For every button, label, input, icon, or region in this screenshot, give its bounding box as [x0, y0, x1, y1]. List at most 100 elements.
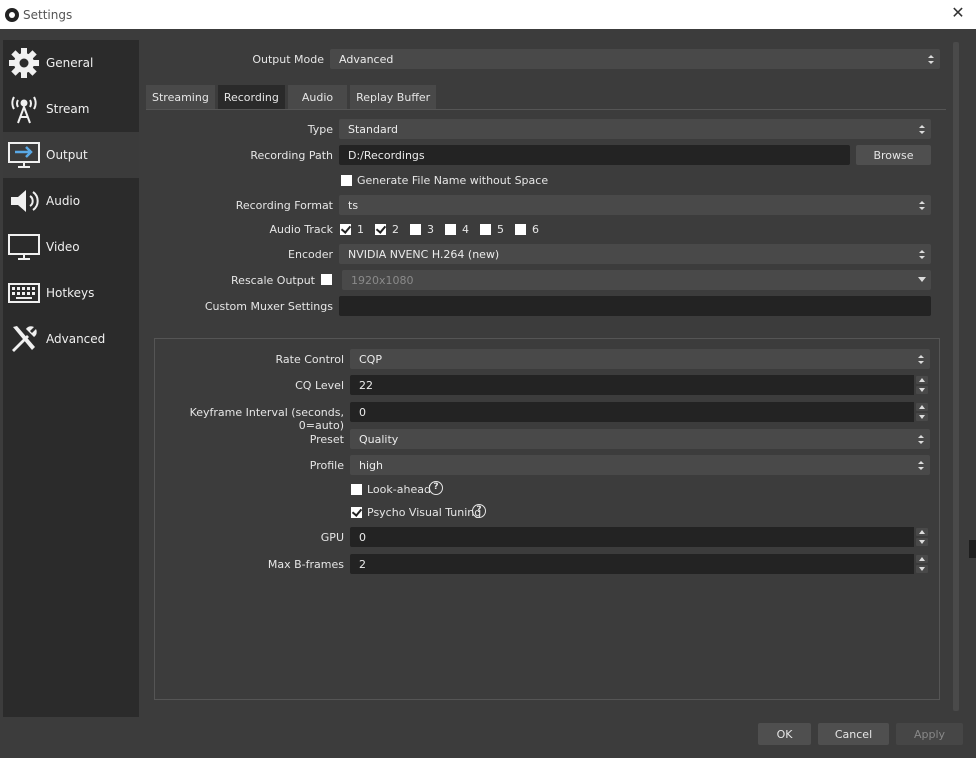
- recording-path-label: Recording Path: [250, 149, 333, 162]
- tools-icon: [7, 322, 41, 356]
- max-bframes-stepper[interactable]: [914, 554, 930, 574]
- tab-divider: [146, 109, 946, 110]
- type-value: Standard: [348, 122, 399, 136]
- browse-button[interactable]: Browse: [856, 145, 931, 165]
- cq-level-stepper[interactable]: [914, 375, 930, 395]
- tab-audio[interactable]: Audio: [287, 85, 348, 109]
- apply-button[interactable]: Apply: [896, 723, 963, 745]
- scrollbar-thumb[interactable]: [953, 42, 959, 711]
- lookahead-checkbox[interactable]: [351, 484, 362, 495]
- audio-track-4-checkbox[interactable]: [445, 224, 456, 235]
- help-icon[interactable]: ?: [429, 481, 443, 495]
- cq-level-value: 22: [359, 378, 373, 392]
- chevron-down-icon: [918, 277, 926, 282]
- sidebar-item-label: General: [46, 56, 94, 70]
- sidebar-item-audio[interactable]: Audio: [3, 178, 139, 224]
- audio-track-6-checkbox[interactable]: [515, 224, 526, 235]
- audio-track-2-label: 2: [392, 223, 399, 236]
- updown-icon: [916, 121, 928, 137]
- sidebar-item-label: Hotkeys: [46, 286, 95, 300]
- profile-value: high: [359, 458, 383, 472]
- gpu-stepper[interactable]: [914, 527, 930, 547]
- sidebar-item-output[interactable]: Output: [3, 132, 139, 178]
- recording-format-select[interactable]: ts: [339, 195, 931, 215]
- generate-filename-label: Generate File Name without Space: [357, 174, 549, 187]
- help-icon[interactable]: ?: [472, 504, 486, 518]
- custom-muxer-input[interactable]: [339, 296, 931, 316]
- psycho-visual-tuning-checkbox[interactable]: [351, 507, 362, 518]
- updown-icon: [915, 351, 927, 367]
- rate-control-value: CQP: [359, 352, 382, 366]
- ok-button[interactable]: OK: [758, 723, 811, 745]
- recording-format-label: Recording Format: [235, 199, 333, 212]
- output-tabs: Streaming Recording Audio Replay Buffer: [146, 85, 439, 109]
- gpu-input[interactable]: 0: [350, 527, 930, 547]
- profile-select[interactable]: high: [350, 455, 930, 475]
- rescale-resolution-select[interactable]: 1920x1080: [342, 270, 931, 290]
- updown-icon: [915, 457, 927, 473]
- keyframe-interval-stepper[interactable]: [914, 402, 930, 422]
- max-bframes-value: 2: [359, 557, 366, 571]
- sidebar-item-general[interactable]: General: [3, 40, 139, 86]
- audio-track-1-checkbox[interactable]: [340, 224, 351, 235]
- rate-control-select[interactable]: CQP: [350, 349, 930, 369]
- audio-track-3-label: 3: [427, 223, 434, 236]
- preset-label: Preset: [309, 433, 344, 446]
- updown-icon: [916, 246, 928, 262]
- encoder-value: NVIDIA NVENC H.264 (new): [348, 247, 500, 261]
- cancel-button[interactable]: Cancel: [818, 723, 889, 745]
- keyframe-interval-value: 0: [359, 405, 366, 419]
- recording-format-value: ts: [348, 198, 359, 212]
- keyframe-interval-input[interactable]: 0: [350, 402, 930, 422]
- max-bframes-label: Max B-frames: [267, 558, 344, 571]
- updown-icon: [916, 197, 928, 213]
- output-settings-panel: Output Mode Advanced Streaming Recording…: [146, 40, 946, 716]
- recording-path-input[interactable]: D:/Recordings: [339, 145, 850, 165]
- audio-track-6-label: 6: [532, 223, 539, 236]
- window-title: Settings: [23, 7, 73, 22]
- type-select[interactable]: Standard: [339, 119, 931, 139]
- sidebar-item-label: Advanced: [46, 332, 106, 346]
- cq-level-label: CQ Level: [295, 379, 344, 392]
- settings-sidebar: General Stream Output Audio Video Hotkey…: [3, 40, 139, 717]
- close-icon[interactable]: ✕: [950, 5, 966, 21]
- lookahead-label: Look-ahead: [367, 483, 431, 496]
- sidebar-item-label: Output: [46, 148, 88, 162]
- preset-value: Quality: [359, 432, 399, 446]
- tab-replay-buffer[interactable]: Replay Buffer: [350, 85, 437, 109]
- audio-track-5-label: 5: [497, 223, 504, 236]
- speaker-icon: [7, 184, 41, 218]
- output-mode-select[interactable]: Advanced: [330, 49, 940, 69]
- gear-icon: [7, 46, 41, 80]
- profile-label: Profile: [309, 459, 344, 472]
- max-bframes-input[interactable]: 2: [350, 554, 930, 574]
- audio-track-5-checkbox[interactable]: [480, 224, 491, 235]
- sidebar-item-advanced[interactable]: Advanced: [3, 316, 139, 362]
- audio-track-3-checkbox[interactable]: [410, 224, 421, 235]
- psycho-visual-tuning-label: Psycho Visual Tuning: [367, 506, 482, 519]
- gpu-label: GPU: [320, 531, 344, 544]
- cq-level-input[interactable]: 22: [350, 375, 930, 395]
- type-label: Type: [307, 123, 333, 136]
- preset-select[interactable]: Quality: [350, 429, 930, 449]
- keyboard-icon: [7, 276, 41, 310]
- output-mode-label: Output Mode: [252, 53, 324, 66]
- output-mode-value: Advanced: [339, 52, 394, 66]
- rescale-output-label: Rescale Output: [231, 274, 315, 287]
- tab-recording[interactable]: Recording: [217, 85, 285, 109]
- rescale-output-checkbox[interactable]: [321, 274, 332, 285]
- encoder-select[interactable]: NVIDIA NVENC H.264 (new): [339, 244, 931, 264]
- sidebar-item-label: Audio: [46, 194, 81, 208]
- sidebar-item-stream[interactable]: Stream: [3, 86, 139, 132]
- sidebar-item-hotkeys[interactable]: Hotkeys: [3, 270, 139, 316]
- audio-track-1-label: 1: [357, 223, 364, 236]
- generate-filename-checkbox[interactable]: [341, 175, 352, 186]
- keyframe-interval-label: Keyframe Interval (seconds, 0=auto): [189, 406, 344, 432]
- audio-track-2-checkbox[interactable]: [375, 224, 386, 235]
- rate-control-label: Rate Control: [275, 353, 344, 366]
- vertical-scrollbar[interactable]: [951, 40, 961, 713]
- tab-streaming[interactable]: Streaming: [146, 85, 215, 109]
- sidebar-item-video[interactable]: Video: [3, 224, 139, 270]
- title-bar: Settings ✕: [0, 0, 976, 29]
- monitor-icon: [7, 230, 41, 264]
